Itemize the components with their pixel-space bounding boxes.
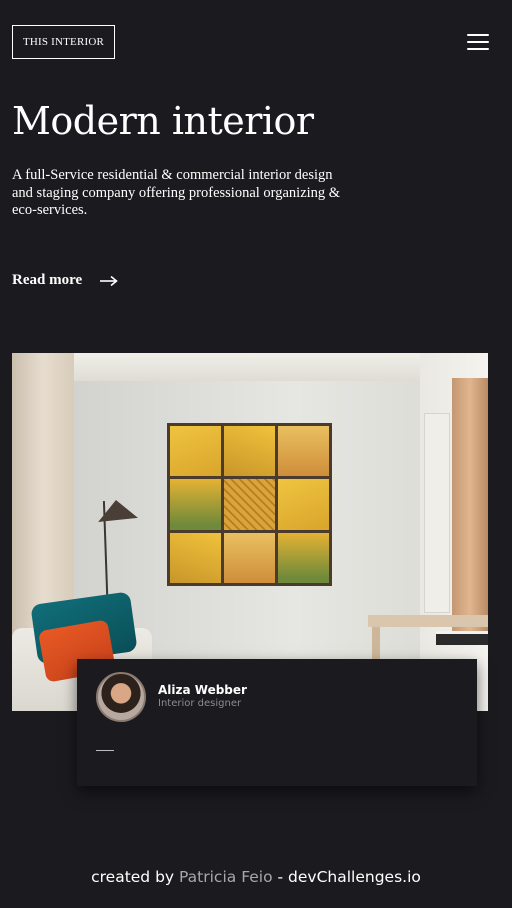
hamburger-menu-icon[interactable] [467,34,489,50]
designer-name: Aliza Webber [158,683,247,697]
site-link[interactable]: devChallenges.io [288,868,421,886]
arrow-right-icon [100,275,118,286]
read-more-label: Read more [12,272,83,288]
designer-role: Interior designer [158,698,242,709]
hero-title: Modern interior [12,99,314,143]
wall-art-frame [167,423,332,586]
read-more-link[interactable]: Read more [12,272,118,289]
footer-credit: created by Patricia Feio - devChallenges… [0,868,512,886]
logo-text: THIS INTERIOR [22,36,105,48]
divider [96,750,114,751]
hero-description: A full-Service residential & commercial … [12,167,341,218]
designer-card: Aliza Webber Interior designer [77,659,477,786]
footer-prefix: created by [91,868,175,886]
living-room-interior-photo [12,353,488,711]
footer-separator: - [272,868,289,886]
avatar [96,672,146,722]
author-link[interactable]: Patricia Feio [179,868,273,886]
site-logo[interactable]: THIS INTERIOR [12,25,115,59]
